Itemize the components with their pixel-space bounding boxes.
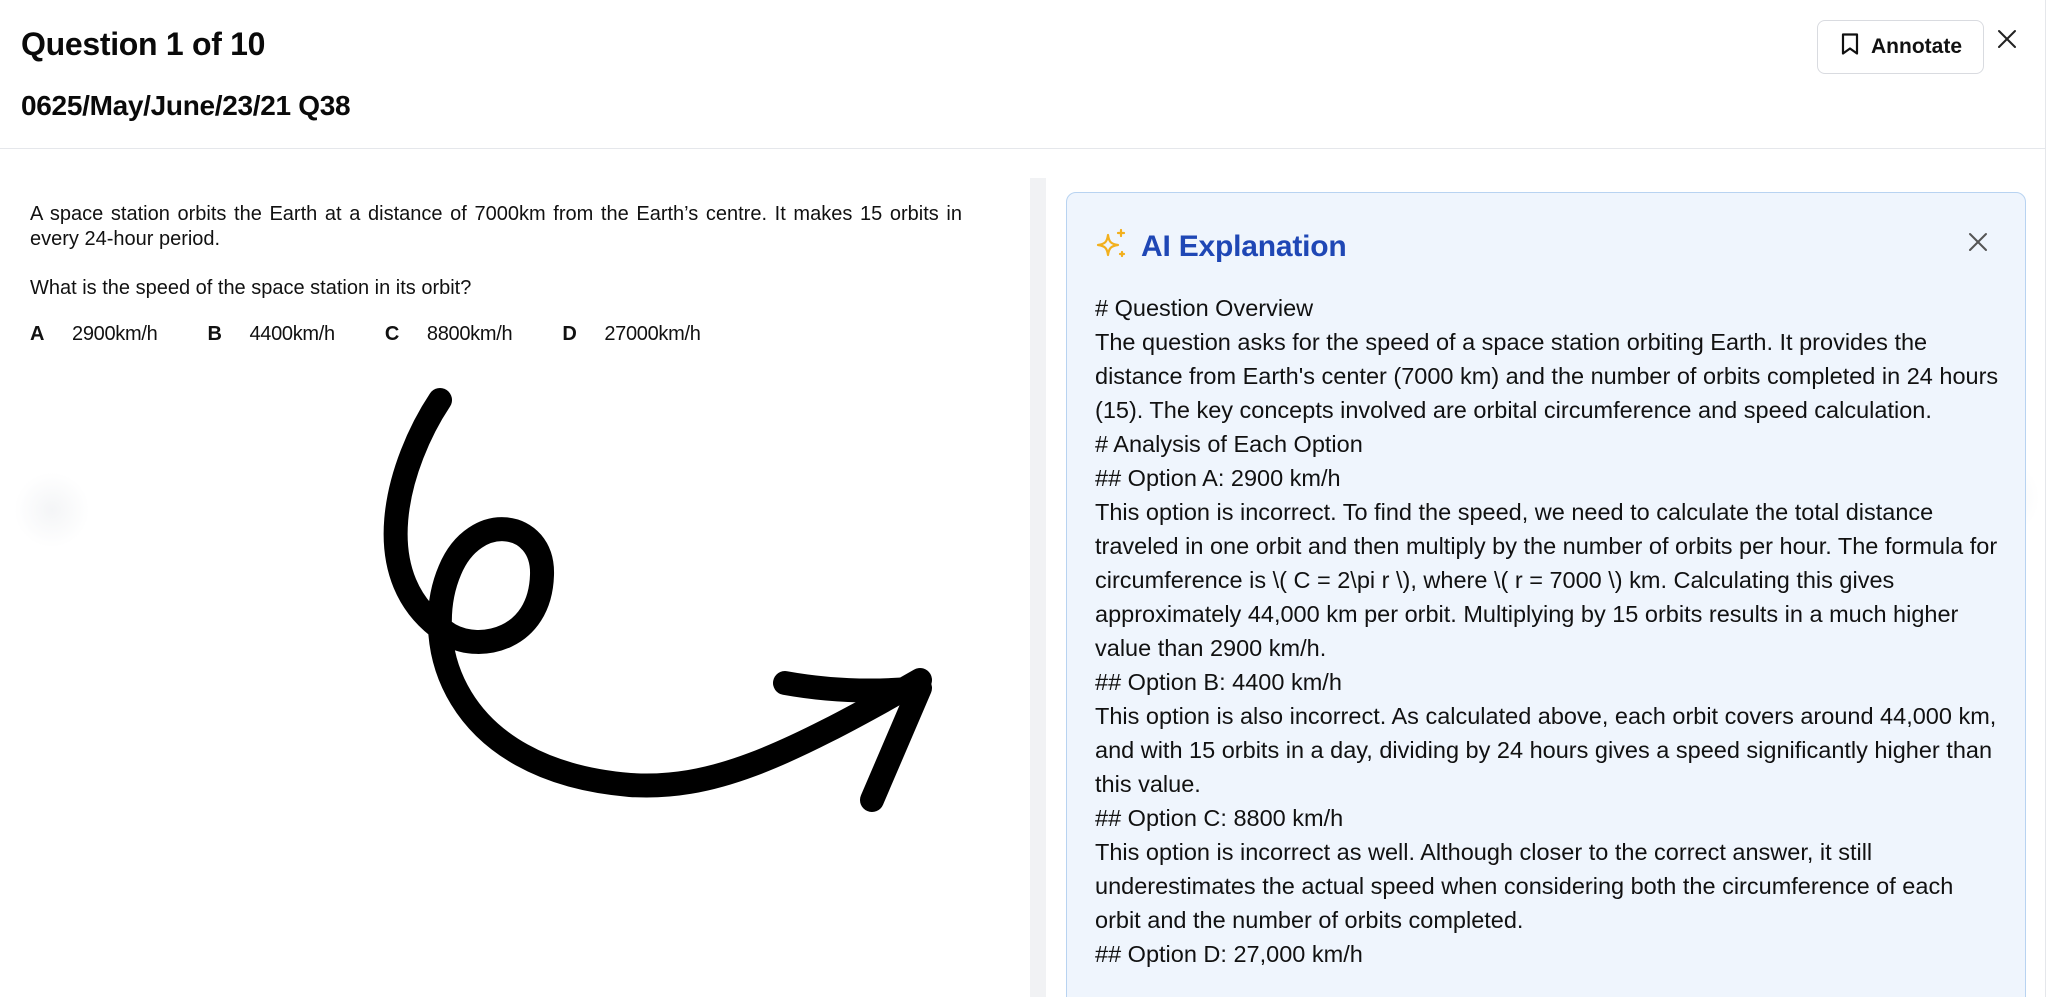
option-c[interactable]: C 8800km/h bbox=[384, 323, 513, 346]
option-d[interactable]: D 27000km/h bbox=[562, 323, 701, 346]
annotate-button-label: Annotate bbox=[1871, 35, 1962, 58]
ai-panel-title: AI Explanation bbox=[1141, 229, 1347, 263]
pane-divider[interactable] bbox=[1030, 178, 1046, 997]
modal-header: Question 1 of 10 0625/May/June/23/21 Q38… bbox=[0, 0, 2045, 149]
previous-question-button[interactable] bbox=[14, 472, 90, 548]
explanation-subheading: ## Option C: 8800 km/h bbox=[1095, 805, 1344, 831]
explanation-heading: # Question Overview bbox=[1095, 295, 1314, 321]
question-prompt: What is the speed of the space station i… bbox=[30, 277, 472, 299]
explanation-paragraph: The question asks for the speed of a spa… bbox=[1095, 329, 1999, 423]
explanation-subheading: ## Option B: 4400 km/h bbox=[1095, 669, 1342, 695]
annotate-button[interactable]: Annotate bbox=[1817, 20, 1984, 74]
page-title: Question 1 of 10 bbox=[21, 26, 266, 62]
explanation-heading: # Analysis of Each Option bbox=[1095, 431, 1363, 457]
question-reference: 0625/May/June/23/21 Q38 bbox=[21, 90, 351, 121]
explanation-paragraph: This option is also incorrect. As calcul… bbox=[1095, 703, 1997, 797]
option-value: 4400km/h bbox=[249, 323, 335, 345]
ai-explanation-text: # Question Overview The question asks fo… bbox=[1095, 291, 2005, 971]
ai-panel-close-button[interactable] bbox=[1963, 229, 1993, 259]
option-value: 8800km/h bbox=[426, 323, 513, 345]
close-button[interactable] bbox=[1990, 24, 2024, 58]
close-icon bbox=[1966, 230, 1990, 259]
sparkles-icon bbox=[1095, 227, 1129, 266]
option-letter: D bbox=[562, 323, 577, 345]
option-letter: A bbox=[30, 323, 45, 345]
ai-explanation-panel: AI Explanation # Question Overview The q… bbox=[1066, 192, 2026, 997]
ai-panel-header: AI Explanation bbox=[1095, 227, 1347, 266]
option-b[interactable]: B 4400km/h bbox=[207, 323, 335, 346]
option-value: 2900km/h bbox=[72, 323, 158, 345]
explanation-subheading: ## Option A: 2900 km/h bbox=[1095, 465, 1341, 491]
explanation-paragraph: This option is incorrect as well. Althou… bbox=[1095, 839, 1954, 933]
close-icon bbox=[1995, 27, 2019, 56]
question-modal: Question 1 of 10 0625/May/June/23/21 Q38… bbox=[0, 0, 2046, 997]
option-letter: C bbox=[384, 323, 400, 345]
question-text: A space station orbits the Earth at a di… bbox=[30, 203, 962, 250]
option-a[interactable]: A 2900km/h bbox=[30, 323, 158, 346]
bookmark-icon bbox=[1839, 32, 1861, 62]
explanation-paragraph: This option is incorrect. To find the sp… bbox=[1095, 499, 1998, 661]
annotation-scribble bbox=[383, 388, 932, 812]
option-value: 27000km/h bbox=[604, 323, 701, 345]
answer-options: A 2900km/h B 4400km/h C 8800km/h D 27000… bbox=[30, 323, 751, 346]
option-letter: B bbox=[207, 323, 222, 345]
explanation-subheading: ## Option D: 27,000 km/h bbox=[1095, 941, 1363, 967]
